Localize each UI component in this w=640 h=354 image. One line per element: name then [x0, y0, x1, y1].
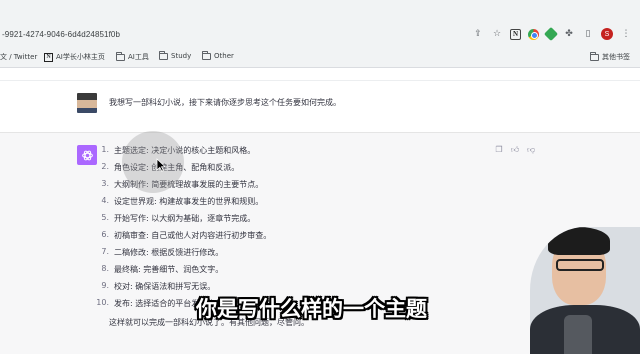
folder-icon	[202, 50, 211, 60]
microphone	[564, 315, 592, 354]
copy-icon[interactable]: ❐	[494, 145, 504, 155]
folder-icon	[590, 51, 599, 61]
message-actions: ❐ 👍︎ 👎︎	[494, 145, 536, 155]
list-item: 3. 大纲制作: 简要梳理故事发展的主要节点。	[95, 179, 271, 196]
user-avatar	[77, 93, 97, 113]
more-menu-icon[interactable]: ⋮	[620, 28, 632, 40]
share-icon[interactable]: ⇪	[472, 28, 484, 40]
bookmark-ai-xuezhang[interactable]: N AI学长小林主页	[44, 52, 105, 62]
step-number: 3.	[101, 179, 109, 188]
bookmark-label: Other	[214, 52, 234, 60]
openai-knot-icon	[81, 150, 93, 160]
bookmark-other[interactable]: Other	[202, 50, 234, 60]
video-subtitle: 你是写什么样的一个主题	[196, 297, 427, 321]
step-number: 9.	[101, 281, 109, 290]
presenter-hair	[548, 227, 610, 255]
step-text: 最终稿: 完善细节、润色文字。	[114, 265, 224, 274]
bookmark-star-icon[interactable]: ☆	[491, 28, 503, 40]
step-number: 1.	[101, 145, 109, 154]
list-item: 7. 二稿修改: 根据反馈进行修改。	[95, 247, 271, 264]
step-number: 4.	[101, 196, 109, 205]
bookmark-label: AI学长小林主页	[56, 53, 105, 61]
step-number: 5.	[101, 213, 109, 222]
bookmark-study[interactable]: Study	[159, 50, 192, 60]
step-text: 二稿修改: 根据反馈进行修改。	[114, 248, 224, 257]
step-number: 10.	[96, 298, 109, 307]
bookmark-ai-tools[interactable]: AI工具	[116, 51, 149, 62]
mouse-pointer-icon	[156, 158, 166, 172]
notion-icon: N	[44, 52, 53, 62]
extensions-puzzle-icon[interactable]: ✤	[563, 28, 575, 40]
assistant-steps-list: 1. 主题选定: 决定小说的核心主题和风格。 2. 角色设定: 创建主角、配角和反派。…	[95, 145, 271, 315]
folder-icon	[116, 51, 125, 61]
step-number: 6.	[101, 230, 109, 239]
address-bar[interactable]: -9921-4274-9046-6d4d24851f0b	[2, 30, 120, 39]
step-number: 7.	[101, 247, 109, 256]
list-item: 4. 设定世界观: 构建故事发生的世界和规则。	[95, 196, 271, 213]
notion-extension-icon[interactable]: N	[510, 28, 521, 40]
list-item: 6. 初稿审查: 自己或他人对内容进行初步审查。	[95, 230, 271, 247]
bookmark-label: 文 / Twitter	[0, 53, 38, 61]
step-text: 开始写作: 以大纲为基础，逐章节完成。	[114, 214, 256, 223]
browser-toolbar: -9921-4274-9046-6d4d24851f0b ⇪ ☆ N ✤ ▯ S…	[0, 0, 640, 46]
bookmark-label: Study	[171, 52, 192, 60]
list-item: 5. 开始写作: 以大纲为基础，逐章节完成。	[95, 213, 271, 230]
list-item: 8. 最终稿: 完善细节、润色文字。	[95, 264, 271, 281]
other-bookmarks-label: 其他书签	[602, 53, 630, 61]
profile-avatar[interactable]: S	[601, 28, 613, 40]
thumbs-up-icon[interactable]: 👍︎	[510, 145, 520, 155]
bookmarks-bar: 文 / Twitter N AI学长小林主页 AI工具 Study Other …	[0, 46, 640, 68]
presenter-glasses	[556, 259, 604, 271]
user-message-text: 我想写一部科幻小说，接下来请你逐步思考这个任务要如何完成。	[109, 98, 341, 107]
chat-header-strip	[0, 69, 640, 81]
side-panel-icon[interactable]: ▯	[582, 28, 594, 40]
webcam-overlay	[530, 227, 640, 354]
user-message-row: 我想写一部科幻小说，接下来请你逐步思考这个任务要如何完成。	[0, 81, 640, 133]
bookmark-twitter[interactable]: 文 / Twitter	[0, 52, 37, 62]
cursor-highlight	[122, 131, 184, 193]
thumbs-down-icon[interactable]: 👎︎	[526, 145, 536, 155]
bookmark-label: AI工具	[128, 53, 149, 61]
chrome-extension-icon[interactable]	[528, 28, 539, 40]
step-number: 8.	[101, 264, 109, 273]
toolbar-icons: ⇪ ☆ N ✤ ▯ S ⋮	[472, 26, 632, 42]
step-text: 初稿审查: 自己或他人对内容进行初步审查。	[114, 231, 272, 240]
openai-logo-icon	[77, 145, 97, 165]
other-bookmarks-folder[interactable]: 其他书签	[590, 51, 630, 62]
folder-icon	[159, 50, 168, 60]
green-extension-icon[interactable]	[543, 26, 559, 42]
step-number: 2.	[101, 162, 109, 171]
step-text: 设定世界观: 构建故事发生的世界和规则。	[114, 197, 264, 206]
